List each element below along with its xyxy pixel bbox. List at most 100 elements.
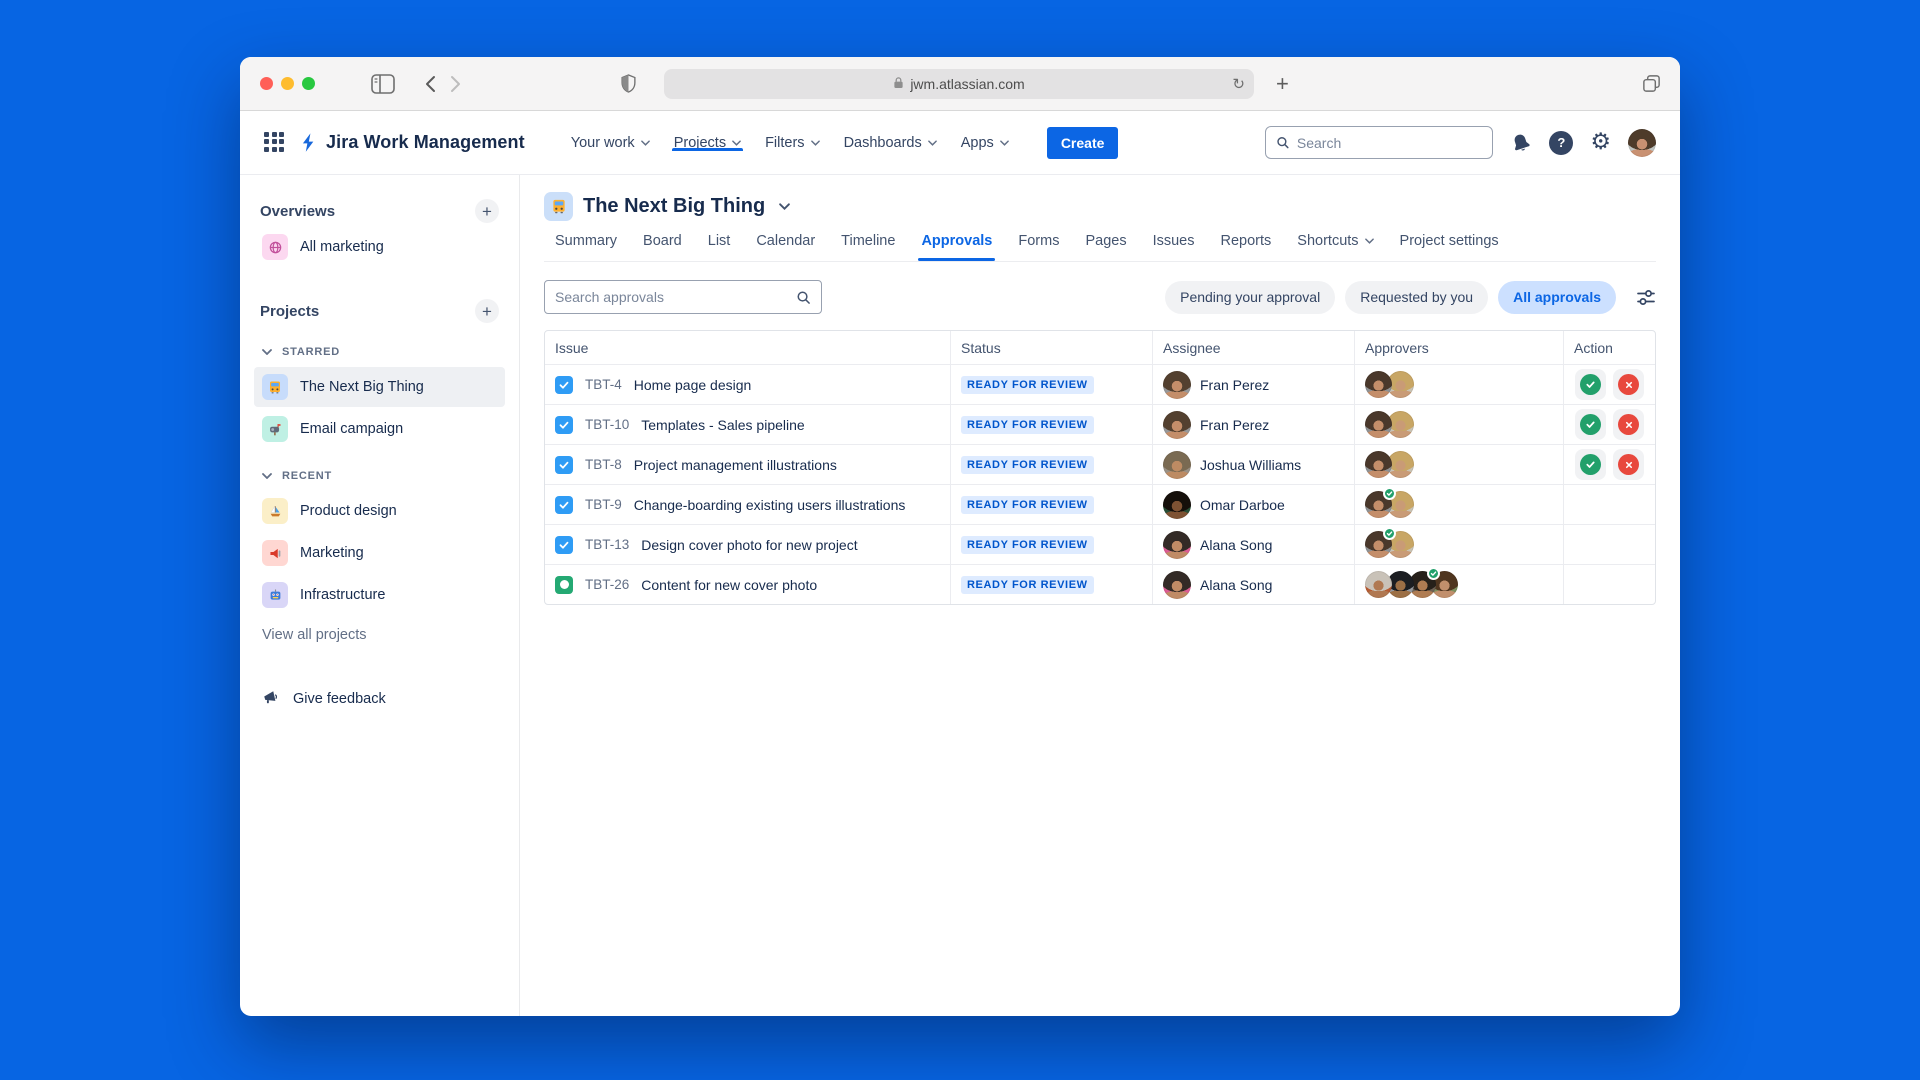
reject-button[interactable] — [1613, 369, 1644, 400]
approver-avatar — [1365, 371, 1392, 398]
issue-checkbox[interactable] — [555, 456, 573, 474]
filter-pending-your-approval[interactable]: Pending your approval — [1165, 281, 1335, 314]
help-icon[interactable]: ? — [1549, 131, 1573, 155]
add-project-button[interactable]: + — [475, 299, 499, 323]
tab-project-settings[interactable]: Project settings — [1389, 231, 1510, 251]
approvals-search-input[interactable] — [555, 289, 796, 305]
tab-calendar[interactable]: Calendar — [745, 231, 826, 251]
approvals-search[interactable] — [544, 280, 822, 314]
jira-logo[interactable]: Jira Work Management — [298, 132, 525, 153]
settings-gear-icon[interactable]: ⚙ — [1590, 131, 1611, 154]
column-issue: Issue — [545, 331, 951, 364]
status-badge: READY FOR REVIEW — [961, 416, 1094, 434]
project-bus-icon — [544, 192, 573, 221]
issue-checkbox[interactable] — [555, 416, 573, 434]
assignee-name: Fran Perez — [1200, 377, 1269, 393]
issue-title[interactable]: Design cover photo for new project — [641, 537, 857, 553]
issue-title[interactable]: Content for new cover photo — [641, 577, 817, 593]
tab-shortcuts[interactable]: Shortcuts — [1286, 231, 1384, 251]
sidebar-item-marketing[interactable]: Marketing — [254, 533, 505, 573]
page-title: The Next Big Thing — [583, 195, 765, 218]
issue-key: TBT-13 — [585, 537, 629, 552]
tab-timeline[interactable]: Timeline — [830, 231, 906, 251]
reject-button[interactable] — [1613, 449, 1644, 480]
issue-title[interactable]: Home page design — [634, 377, 752, 393]
issue-key: TBT-9 — [585, 497, 622, 512]
column-approvers: Approvers — [1355, 331, 1564, 364]
approve-button[interactable] — [1575, 449, 1606, 480]
tab-pages[interactable]: Pages — [1074, 231, 1137, 251]
sidebar-item-product-design[interactable]: Product design — [254, 491, 505, 531]
issue-title[interactable]: Change-boarding existing users illustrat… — [634, 497, 906, 513]
create-button[interactable]: Create — [1047, 127, 1119, 159]
table-row: TBT-8 Project management illustrations R… — [545, 444, 1655, 484]
approver-avatar — [1365, 571, 1392, 598]
assignee-avatar — [1163, 491, 1191, 519]
nav-your-work[interactable]: Your work — [559, 135, 662, 151]
nav-dashboards[interactable]: Dashboards — [832, 135, 949, 151]
browser-back-icon[interactable] — [425, 75, 436, 93]
reject-button[interactable] — [1613, 409, 1644, 440]
approve-button[interactable] — [1575, 369, 1606, 400]
search-icon — [1276, 135, 1290, 150]
filter-all-approvals[interactable]: All approvals — [1498, 281, 1616, 314]
filter-requested-by-you[interactable]: Requested by you — [1345, 281, 1488, 314]
nav-apps[interactable]: Apps — [949, 135, 1021, 151]
global-search-input[interactable] — [1297, 135, 1483, 151]
table-row: TBT-4 Home page design READY FOR REVIEW … — [545, 364, 1655, 404]
issue-title[interactable]: Templates - Sales pipeline — [641, 417, 804, 433]
column-action: Action — [1564, 331, 1655, 364]
issue-checkbox[interactable] — [555, 536, 573, 554]
give-feedback-button[interactable]: Give feedback — [254, 681, 394, 717]
minimize-window-button[interactable] — [281, 77, 294, 90]
filter-settings-icon[interactable] — [1636, 288, 1656, 307]
app-switcher-icon[interactable] — [264, 132, 286, 154]
nav-projects[interactable]: Projects — [662, 135, 753, 151]
browser-window: jwm.atlassian.com ↻ + Jira Work Manageme… — [240, 57, 1680, 1016]
global-search[interactable] — [1265, 126, 1493, 159]
tab-approvals[interactable]: Approvals — [910, 231, 1003, 251]
notifications-bell-icon[interactable] — [1510, 132, 1532, 154]
approved-badge-icon — [1383, 527, 1396, 540]
table-row: TBT-9 Change-boarding existing users ill… — [545, 484, 1655, 524]
tab-issues[interactable]: Issues — [1142, 231, 1206, 251]
zoom-window-button[interactable] — [302, 77, 315, 90]
project-title-chevron-icon[interactable] — [779, 203, 790, 210]
address-bar[interactable]: jwm.atlassian.com ↻ — [664, 69, 1254, 99]
approve-button[interactable] — [1575, 409, 1606, 440]
issue-checkbox[interactable] — [555, 496, 573, 514]
tab-list[interactable]: List — [697, 231, 742, 251]
assignee-name: Omar Darboe — [1200, 497, 1285, 513]
browser-sidebar-toggle-icon[interactable] — [371, 74, 395, 94]
view-all-projects-link[interactable]: View all projects — [254, 621, 375, 649]
issue-type-icon — [555, 576, 573, 594]
starred-group[interactable]: STARRED — [254, 339, 505, 365]
privacy-shield-icon[interactable] — [620, 74, 637, 93]
add-overview-button[interactable]: + — [475, 199, 499, 223]
assignee-avatar — [1163, 411, 1191, 439]
sidebar-item-infrastructure[interactable]: Infrastructure — [254, 575, 505, 615]
refresh-icon[interactable]: ↻ — [1232, 75, 1245, 93]
new-tab-icon[interactable]: + — [1276, 71, 1289, 97]
megaphone-icon — [262, 540, 288, 566]
sidebar-item-all-marketing[interactable]: All marketing — [254, 227, 505, 267]
feedback-megaphone-icon — [262, 688, 281, 710]
browser-forward-icon[interactable] — [450, 75, 461, 93]
recent-group[interactable]: RECENT — [254, 463, 505, 489]
sidebar-item-the-next-big-thing[interactable]: The Next Big Thing — [254, 367, 505, 407]
tab-board[interactable]: Board — [632, 231, 693, 251]
issue-key: TBT-4 — [585, 377, 622, 392]
tab-summary[interactable]: Summary — [544, 231, 628, 251]
tab-forms[interactable]: Forms — [1007, 231, 1070, 251]
issue-title[interactable]: Project management illustrations — [634, 457, 837, 473]
close-window-button[interactable] — [260, 77, 273, 90]
sidebar-item-email-campaign[interactable]: Email campaign — [254, 409, 505, 449]
nav-filters[interactable]: Filters — [753, 135, 831, 151]
user-avatar[interactable] — [1628, 129, 1656, 157]
tab-reports[interactable]: Reports — [1210, 231, 1283, 251]
issue-checkbox[interactable] — [555, 376, 573, 394]
bus-icon — [262, 374, 288, 400]
column-assignee: Assignee — [1153, 331, 1355, 364]
assignee-avatar — [1163, 371, 1191, 399]
tab-overview-icon[interactable] — [1641, 73, 1662, 94]
